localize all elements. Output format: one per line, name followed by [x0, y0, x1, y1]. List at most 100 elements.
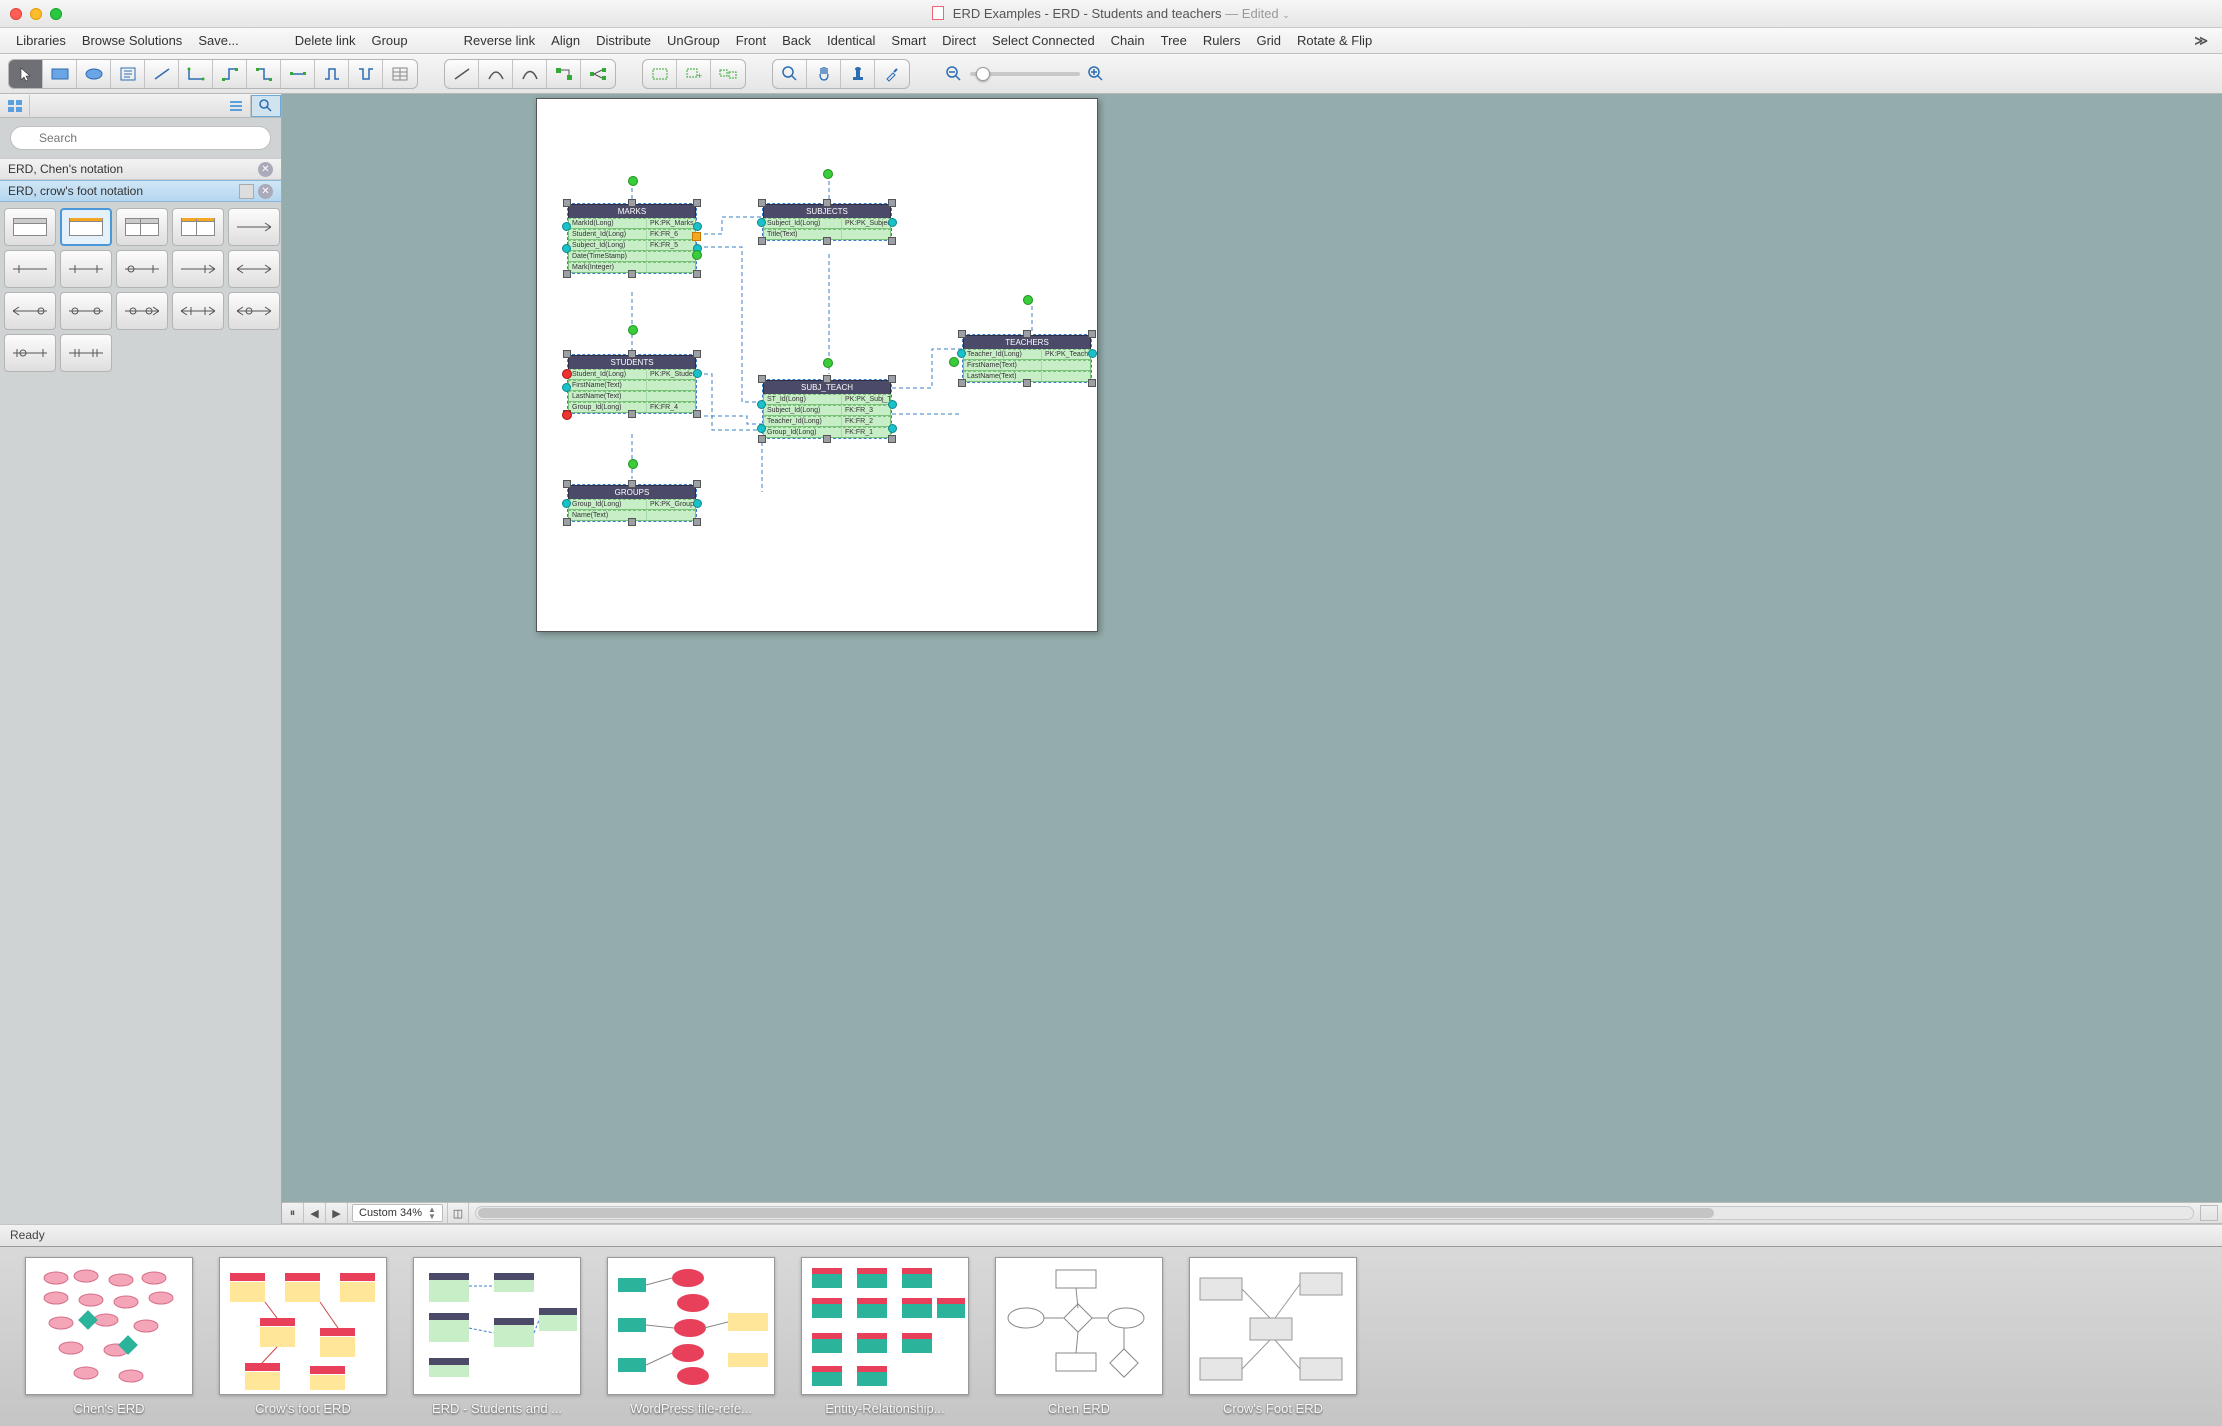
- shape-rel-7[interactable]: [4, 292, 56, 330]
- table-tool-icon[interactable]: [383, 60, 417, 88]
- search-tab-icon[interactable]: [251, 95, 281, 117]
- shape-rel-1[interactable]: [228, 208, 280, 246]
- menu-rulers[interactable]: Rulers: [1195, 30, 1249, 51]
- connector5-tool-icon[interactable]: [349, 60, 383, 88]
- elbow-tool-icon[interactable]: [179, 60, 213, 88]
- chevron-down-icon[interactable]: ⌄: [1282, 10, 1290, 20]
- lasso-rect-icon[interactable]: [643, 60, 677, 88]
- zoom-in-icon[interactable]: [1088, 66, 1104, 82]
- entity-subj-teach[interactable]: SUBJ_TEACH ST_Id(Long)PK:PK_Subj_Teach S…: [762, 379, 892, 439]
- entity-teachers[interactable]: TEACHERS Teacher_Id(Long)PK:PK_Teachers …: [962, 334, 1092, 383]
- connection-handle[interactable]: [823, 358, 833, 368]
- search-input[interactable]: [10, 126, 271, 150]
- menu-delete-link[interactable]: Delete link: [287, 30, 364, 51]
- shape-entity-1[interactable]: [4, 208, 56, 246]
- zoom-icon[interactable]: [773, 60, 807, 88]
- fit-page-icon[interactable]: [2200, 1205, 2218, 1221]
- entity-groups[interactable]: GROUPS Group_Id(Long)PK:PK_Groups Name(T…: [567, 484, 697, 522]
- next-page-icon[interactable]: ▶: [326, 1203, 348, 1223]
- shape-rel-8[interactable]: [60, 292, 112, 330]
- shape-entity-2[interactable]: [60, 208, 112, 246]
- split-icon[interactable]: ◫: [447, 1203, 469, 1223]
- connector4-tool-icon[interactable]: [315, 60, 349, 88]
- connector-tool-icon[interactable]: [213, 60, 247, 88]
- line-tool-icon[interactable]: [145, 60, 179, 88]
- menu-group[interactable]: Group: [363, 30, 415, 51]
- overflow-icon[interactable]: ≫: [2188, 33, 2214, 49]
- gallery-item[interactable]: Chen ERD: [990, 1257, 1168, 1420]
- shape-entity-3[interactable]: [116, 208, 168, 246]
- shape-rel-11[interactable]: [228, 292, 280, 330]
- h-scrollbar[interactable]: [475, 1206, 2194, 1220]
- shape-rel-3[interactable]: [60, 250, 112, 288]
- gallery-item[interactable]: Entity-Relationship...: [796, 1257, 974, 1420]
- eyedropper-icon[interactable]: [875, 60, 909, 88]
- shape-rel-5[interactable]: [172, 250, 224, 288]
- menu-tree[interactable]: Tree: [1153, 30, 1195, 51]
- menu-select-connected[interactable]: Select Connected: [984, 30, 1103, 51]
- shape-entity-4[interactable]: [172, 208, 224, 246]
- menu-save[interactable]: Save...: [190, 30, 246, 51]
- lasso-group-icon[interactable]: [711, 60, 745, 88]
- connection-handle[interactable]: [628, 176, 638, 186]
- shape-rel-12[interactable]: [4, 334, 56, 372]
- zoom-thumb[interactable]: [976, 67, 990, 81]
- shape-rel-6[interactable]: [228, 250, 280, 288]
- gallery-item[interactable]: Chen's ERD: [20, 1257, 198, 1420]
- connector3-tool-icon[interactable]: [281, 60, 315, 88]
- shape-rel-9[interactable]: [116, 292, 168, 330]
- text-tool-icon[interactable]: [111, 60, 145, 88]
- menu-reverse-link[interactable]: Reverse link: [456, 30, 544, 51]
- menu-ungroup[interactable]: UnGroup: [659, 30, 728, 51]
- library-row-chen[interactable]: ERD, Chen's notation ✕: [0, 158, 281, 180]
- menu-browse-solutions[interactable]: Browse Solutions: [74, 30, 190, 51]
- lasso-add-icon[interactable]: +: [677, 60, 711, 88]
- library-view-icon[interactable]: [0, 95, 30, 117]
- gallery-item[interactable]: WordPress file-refe...: [602, 1257, 780, 1420]
- link-straight-icon[interactable]: [445, 60, 479, 88]
- list-view-icon[interactable]: [221, 95, 251, 117]
- link-multi-icon[interactable]: [581, 60, 615, 88]
- zoom-slider[interactable]: [946, 66, 1104, 82]
- gallery-item[interactable]: Crow's Foot ERD: [1184, 1257, 1362, 1420]
- menu-grid[interactable]: Grid: [1248, 30, 1289, 51]
- zoom-select[interactable]: Custom 34% ▲▼: [352, 1204, 443, 1222]
- pan-icon[interactable]: [807, 60, 841, 88]
- zoom-out-icon[interactable]: [946, 66, 962, 82]
- menu-libraries[interactable]: Libraries: [8, 30, 74, 51]
- shape-rel-4[interactable]: [116, 250, 168, 288]
- save-icon[interactable]: [239, 184, 254, 199]
- pointer-tool-icon[interactable]: [9, 60, 43, 88]
- rect-tool-icon[interactable]: [43, 60, 77, 88]
- link-smart-icon[interactable]: [547, 60, 581, 88]
- link-bezier-icon[interactable]: [513, 60, 547, 88]
- gallery-item[interactable]: Crow's foot ERD: [214, 1257, 392, 1420]
- connection-handle[interactable]: [823, 169, 833, 179]
- gallery-item[interactable]: ERD - Students and ...: [408, 1257, 586, 1420]
- menu-identical[interactable]: Identical: [819, 30, 883, 51]
- menu-direct[interactable]: Direct: [934, 30, 984, 51]
- library-row-crowsfoot[interactable]: ERD, crow's foot notation ✕: [0, 180, 281, 202]
- ellipse-tool-icon[interactable]: [77, 60, 111, 88]
- shape-rel-2[interactable]: [4, 250, 56, 288]
- menu-front[interactable]: Front: [728, 30, 774, 51]
- link-arc-icon[interactable]: [479, 60, 513, 88]
- connector2-tool-icon[interactable]: [247, 60, 281, 88]
- menu-distribute[interactable]: Distribute: [588, 30, 659, 51]
- connection-handle[interactable]: [628, 325, 638, 335]
- menu-back[interactable]: Back: [774, 30, 819, 51]
- entity-marks[interactable]: MARKS MarkId(Long)PK:PK_Marks Student_Id…: [567, 203, 697, 274]
- entity-students[interactable]: STUDENTS Student_Id(Long)PK:PK_Students …: [567, 354, 697, 414]
- connection-handle[interactable]: [628, 459, 638, 469]
- stamp-icon[interactable]: [841, 60, 875, 88]
- close-icon[interactable]: ✕: [258, 184, 273, 199]
- zoom-track[interactable]: [970, 72, 1080, 76]
- connection-handle[interactable]: [1023, 295, 1033, 305]
- stepper-icon[interactable]: ▲▼: [428, 1206, 436, 1220]
- close-icon[interactable]: ✕: [258, 162, 273, 177]
- entity-subjects[interactable]: SUBJECTS Subject_Id(Long)PK:PK_Subjects …: [762, 203, 892, 241]
- shape-rel-10[interactable]: [172, 292, 224, 330]
- prev-page-icon[interactable]: ◀: [304, 1203, 326, 1223]
- canvas[interactable]: MARKS MarkId(Long)PK:PK_Marks Student_Id…: [282, 94, 2222, 1224]
- shape-rel-13[interactable]: [60, 334, 112, 372]
